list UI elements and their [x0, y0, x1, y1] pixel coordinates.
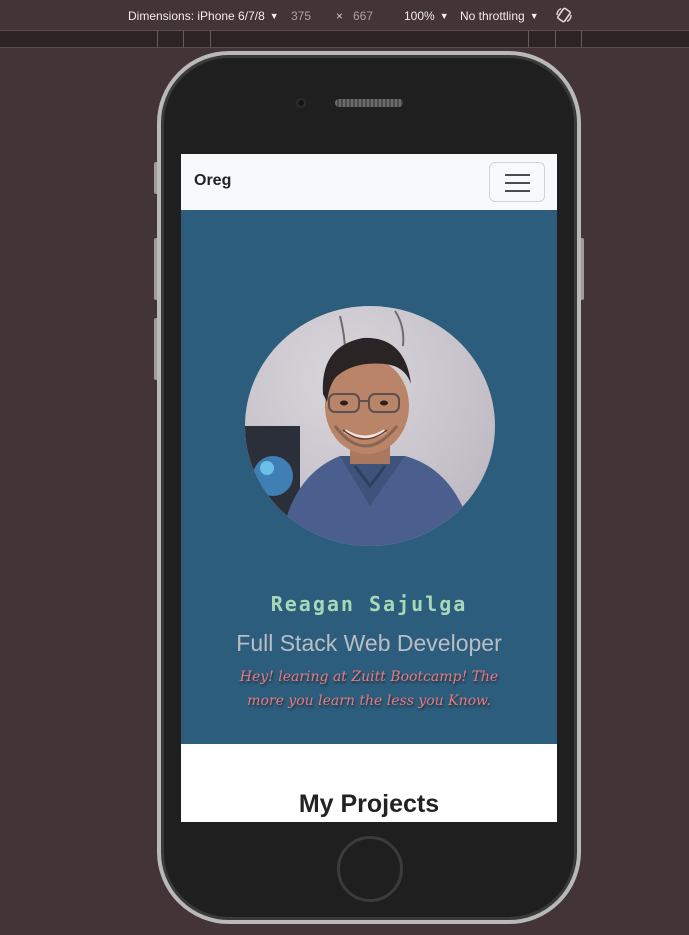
navbar: Oreg [181, 154, 557, 210]
height-input[interactable]: 667 [353, 8, 373, 24]
chevron-down-icon: ▼ [529, 11, 539, 21]
hamburger-icon [505, 174, 530, 176]
profile-photo [245, 306, 495, 546]
hero-name: Reagan Sajulga [270, 592, 468, 616]
section-title-projects: My Projects [298, 790, 440, 818]
ruler-tick [555, 31, 556, 48]
menu-toggle-button[interactable] [489, 162, 545, 202]
throttling-dropdown[interactable]: No throttling ▼ [460, 8, 539, 24]
hero-section: Reagan Sajulga Full Stack Web Developer … [181, 210, 557, 744]
ruler-tick [210, 31, 211, 48]
ruler-tick [183, 31, 184, 48]
times-symbol: × [336, 9, 344, 23]
navbar-brand[interactable]: Oreg [194, 172, 231, 190]
chevron-down-icon: ▼ [439, 11, 449, 21]
dimensions-label: Dimensions: iPhone 6/7/8 [128, 9, 265, 23]
hero-title: Full Stack Web Developer [236, 630, 502, 656]
rotate-icon[interactable] [555, 6, 573, 24]
profile-photo-illustration [245, 310, 475, 546]
ruler-tick [581, 31, 582, 48]
hero-tagline: Hey! learing at Zuitt Bootcamp! The more… [239, 669, 499, 709]
zoom-dropdown[interactable]: 100% ▼ [404, 8, 449, 24]
dimensions-dropdown[interactable]: Dimensions: iPhone 6/7/8 ▼ [128, 8, 279, 24]
width-input[interactable]: 375 [291, 8, 311, 24]
ruler-tick [528, 31, 529, 48]
hamburger-icon [505, 182, 530, 184]
earpiece-speaker [335, 99, 403, 107]
throttling-label: No throttling [460, 9, 525, 23]
chevron-down-icon: ▼ [269, 11, 279, 21]
device-toolbar: Dimensions: iPhone 6/7/8 ▼ 375 × 667 100%… [0, 0, 689, 31]
ruler-tick [157, 31, 158, 48]
hamburger-icon [505, 190, 530, 192]
zoom-label: 100% [404, 9, 435, 23]
media-query-ruler [0, 31, 689, 48]
device-screen: Oreg Reagan Sajulga Full Stack Web Devel… [181, 154, 557, 822]
home-button [337, 836, 403, 902]
front-camera [296, 98, 306, 108]
